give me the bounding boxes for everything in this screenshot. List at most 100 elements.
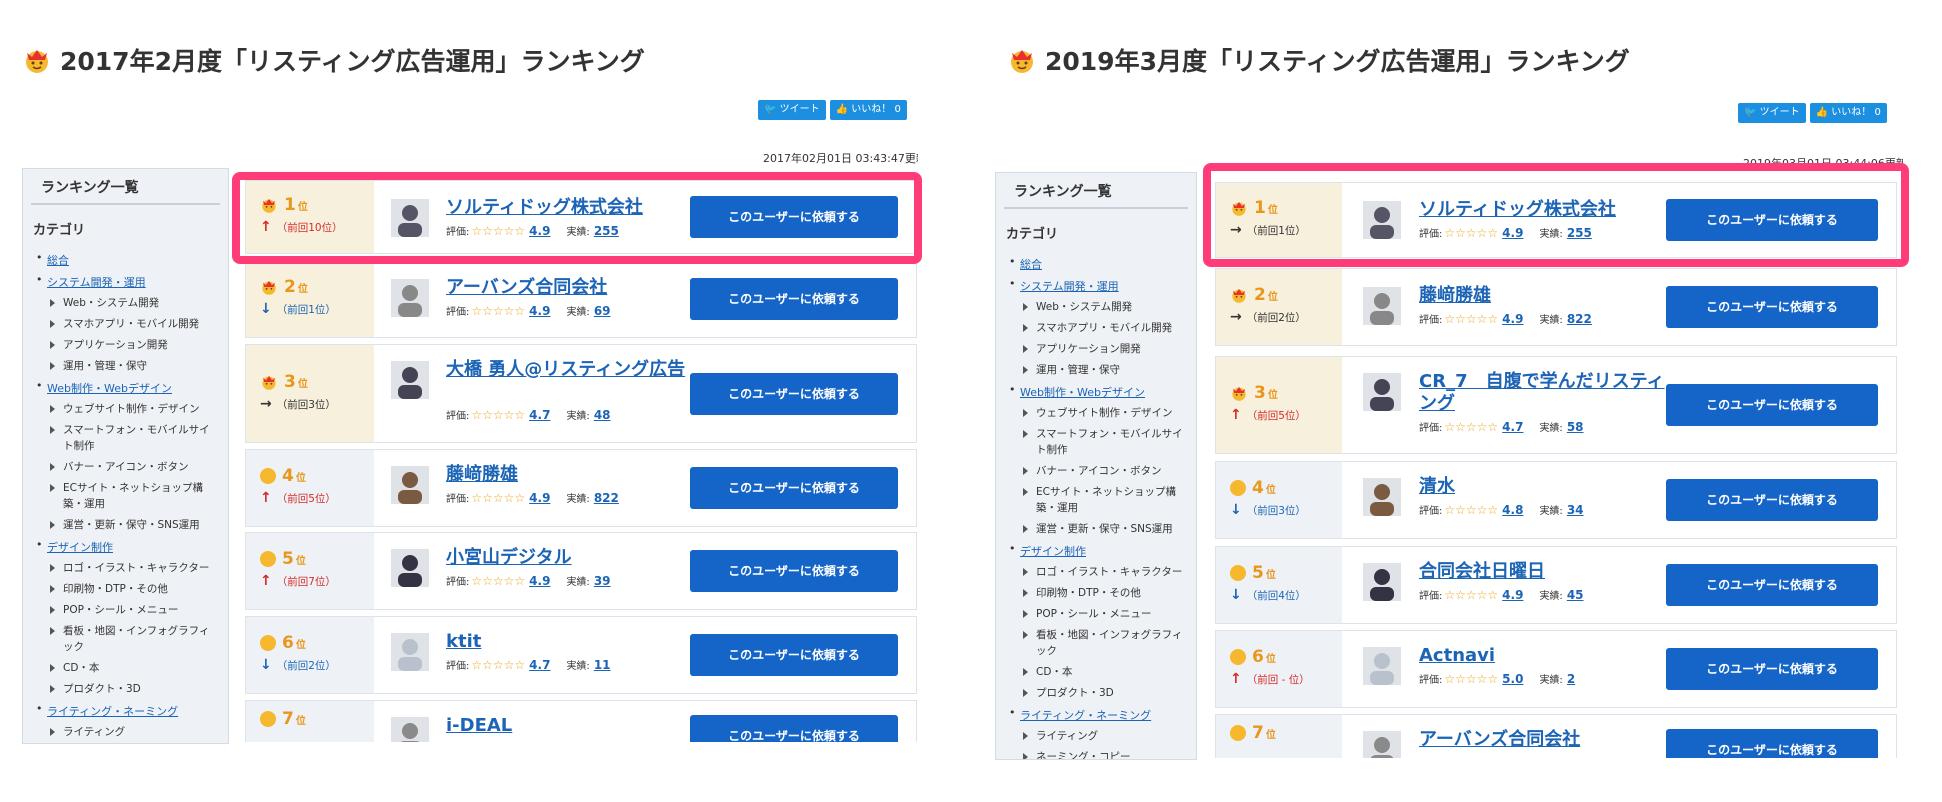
user-avatar[interactable]	[1363, 287, 1401, 325]
subcategory-link[interactable]: ライティング	[33, 724, 218, 740]
category-link[interactable]: ライティング・ネーミング	[1020, 709, 1151, 722]
subcategory-link[interactable]: 運用・管理・保守	[33, 358, 218, 374]
rating-value[interactable]: 4.9	[529, 304, 550, 318]
subcategory-link[interactable]: スマホアプリ・モバイル開発	[33, 316, 218, 332]
category-link[interactable]: デザイン制作	[1020, 545, 1086, 558]
results-count[interactable]: 822	[594, 491, 619, 505]
request-button[interactable]: このユーザーに依頼する	[1666, 384, 1878, 426]
user-avatar[interactable]	[1363, 478, 1401, 516]
like-button[interactable]: 👍 いいね！ 0	[1809, 103, 1887, 123]
rating-value[interactable]: 4.9	[1502, 312, 1523, 326]
category-link[interactable]: Web制作・Webデザイン	[47, 382, 172, 395]
user-name-link[interactable]: 藤﨑勝雄	[1419, 285, 1669, 307]
category-link[interactable]: システム開発・運用	[1020, 280, 1119, 293]
request-button[interactable]: このユーザーに依頼する	[1666, 479, 1878, 521]
user-avatar[interactable]	[1363, 647, 1401, 685]
user-name-link[interactable]: 大橋 勇人@リスティング広告	[446, 359, 686, 381]
results-count[interactable]: 34	[1567, 503, 1584, 517]
subcategory-link[interactable]: 印刷物・DTP・その他	[33, 581, 218, 597]
request-button[interactable]: このユーザーに依頼する	[690, 467, 898, 509]
user-avatar[interactable]	[391, 633, 429, 671]
subcategory-link[interactable]: バナー・アイコン・ボタン	[1006, 463, 1186, 479]
subcategory-link[interactable]: Web・システム開発	[1006, 299, 1186, 315]
subcategory-link[interactable]: 運営・更新・保守・SNS運用	[33, 517, 218, 533]
request-button[interactable]: このユーザーに依頼する	[690, 634, 898, 676]
request-button[interactable]: このユーザーに依頼する	[690, 278, 898, 320]
request-button[interactable]: このユーザーに依頼する	[690, 550, 898, 592]
category-link[interactable]: 総合	[1020, 258, 1042, 271]
subcategory-link[interactable]: ロゴ・イラスト・キャラクター	[33, 560, 218, 576]
user-avatar[interactable]	[391, 361, 429, 399]
subcategory-link[interactable]: ライティング	[1006, 728, 1186, 744]
subcategory-link[interactable]: POP・シール・メニュー	[1006, 606, 1186, 622]
user-name-link[interactable]: 藤﨑勝雄	[446, 464, 686, 486]
rating-value[interactable]: 5.0	[1502, 672, 1523, 686]
category-link[interactable]: ライティング・ネーミング	[47, 705, 178, 718]
subcategory-link[interactable]: プロダクト・3D	[33, 681, 218, 697]
rating-value[interactable]: 4.9	[529, 491, 550, 505]
user-avatar[interactable]	[391, 279, 429, 317]
user-avatar[interactable]	[391, 466, 429, 504]
category-link[interactable]: デザイン制作	[47, 541, 113, 554]
subcategory-link[interactable]: ネーミング・コピー	[1006, 749, 1186, 759]
rating-value[interactable]: 4.7	[529, 408, 550, 422]
user-name-link[interactable]: アーバンズ合同会社	[1419, 729, 1669, 751]
user-avatar[interactable]	[1363, 563, 1401, 601]
subcategory-link[interactable]: 看板・地図・インフォグラフィック	[1006, 627, 1186, 659]
results-count[interactable]: 45	[1567, 588, 1584, 602]
results-count[interactable]: 48	[594, 408, 611, 422]
category-link[interactable]: 総合	[47, 254, 69, 267]
user-avatar[interactable]	[391, 549, 429, 587]
tweet-button[interactable]: 🐦 ツイート	[758, 100, 826, 120]
subcategory-link[interactable]: ウェブサイト制作・デザイン	[1006, 405, 1186, 421]
user-name-link[interactable]: ktit	[446, 631, 686, 653]
rating-value[interactable]: 4.8	[1502, 503, 1523, 517]
request-button[interactable]: このユーザーに依頼する	[690, 373, 898, 415]
results-count[interactable]: 2	[1567, 672, 1575, 686]
subcategory-link[interactable]: POP・シール・メニュー	[33, 602, 218, 618]
subcategory-link[interactable]: 看板・地図・インフォグラフィック	[33, 623, 218, 655]
user-avatar[interactable]	[391, 717, 429, 742]
subcategory-link[interactable]: 運用・管理・保守	[1006, 362, 1186, 378]
subcategory-link[interactable]: スマートフォン・モバイルサイト制作	[1006, 426, 1186, 458]
results-count[interactable]: 58	[1567, 420, 1584, 434]
category-link[interactable]: Web制作・Webデザイン	[1020, 386, 1145, 399]
subcategory-link[interactable]: CD・本	[1006, 664, 1186, 680]
subcategory-link[interactable]: アプリケーション開発	[33, 337, 218, 353]
user-avatar[interactable]	[1363, 731, 1401, 758]
subcategory-link[interactable]: ECサイト・ネットショップ構築・運用	[33, 480, 218, 512]
user-name-link[interactable]: アーバンズ合同会社	[446, 277, 686, 299]
results-count[interactable]: 39	[594, 574, 611, 588]
like-button[interactable]: 👍 いいね！ 0	[829, 100, 907, 120]
results-count[interactable]: 69	[594, 304, 611, 318]
rating-value[interactable]: 4.9	[1502, 588, 1523, 602]
subcategory-link[interactable]: ロゴ・イラスト・キャラクター	[1006, 564, 1186, 580]
results-count[interactable]: 822	[1567, 312, 1592, 326]
category-link[interactable]: システム開発・運用	[47, 276, 146, 289]
request-button[interactable]: このユーザーに依頼する	[690, 715, 898, 742]
subcategory-link[interactable]: 運営・更新・保守・SNS運用	[1006, 521, 1186, 537]
results-count[interactable]: 11	[594, 658, 611, 672]
subcategory-link[interactable]: ECサイト・ネットショップ構築・運用	[1006, 484, 1186, 516]
user-name-link[interactable]: Actnavi	[1419, 645, 1669, 667]
request-button[interactable]: このユーザーに依頼する	[1666, 729, 1878, 758]
user-avatar[interactable]	[1363, 373, 1401, 411]
subcategory-link[interactable]: CD・本	[33, 660, 218, 676]
rating-value[interactable]: 4.7	[1502, 420, 1523, 434]
subcategory-link[interactable]: プロダクト・3D	[1006, 685, 1186, 701]
user-name-link[interactable]: 合同会社日曜日	[1419, 561, 1669, 583]
user-name-link[interactable]: CR_7 自腹で学んだリスティング	[1419, 371, 1669, 415]
subcategory-link[interactable]: ウェブサイト制作・デザイン	[33, 401, 218, 417]
subcategory-link[interactable]: Web・システム開発	[33, 295, 218, 311]
subcategory-link[interactable]: スマホアプリ・モバイル開発	[1006, 320, 1186, 336]
rating-value[interactable]: 4.9	[529, 574, 550, 588]
subcategory-link[interactable]: スマートフォン・モバイルサイト制作	[33, 422, 218, 454]
request-button[interactable]: このユーザーに依頼する	[1666, 648, 1878, 690]
request-button[interactable]: このユーザーに依頼する	[1666, 286, 1878, 328]
rating-value[interactable]: 4.7	[529, 658, 550, 672]
user-name-link[interactable]: i-DEAL	[446, 715, 686, 737]
user-name-link[interactable]: 小宮山デジタル	[446, 547, 686, 569]
request-button[interactable]: このユーザーに依頼する	[1666, 564, 1878, 606]
tweet-button[interactable]: 🐦 ツイート	[1738, 103, 1806, 123]
user-name-link[interactable]: 清水	[1419, 476, 1669, 498]
